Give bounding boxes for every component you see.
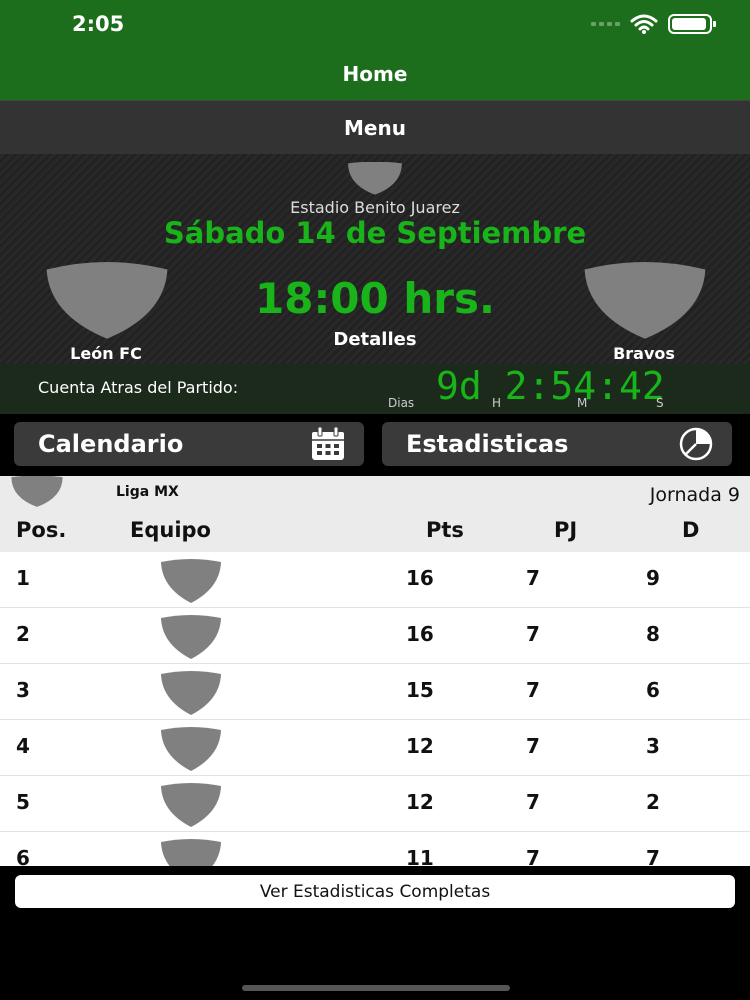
home-team-name: León FC [70, 344, 142, 363]
row-pos: 3 [16, 678, 30, 702]
away-team-name: Bravos [613, 344, 675, 363]
stadium-name: Estadio Benito Juarez [290, 198, 460, 217]
row-pos: 5 [16, 790, 30, 814]
status-icons [591, 14, 716, 34]
menu-label: Menu [344, 115, 406, 140]
league-shield-icon [348, 162, 402, 195]
view-full-stats-button[interactable]: Ver Estadisticas Completas [15, 875, 735, 908]
row-d: 9 [646, 566, 660, 590]
col-header-d: D [682, 518, 700, 542]
nav-bar: Home [0, 48, 750, 100]
match-time: 18:00 hrs. [255, 274, 495, 323]
col-header-pj: PJ [554, 518, 578, 542]
menu-button[interactable]: Menu [0, 100, 750, 154]
table-row[interactable]: 3 15 7 6 [0, 664, 750, 720]
match-countdown: Cuenta Atras del Partido: 9d 2:54:42 Dia… [0, 364, 750, 414]
row-pos: 6 [16, 846, 30, 866]
statistics-button[interactable]: Estadisticas [382, 422, 732, 466]
calendar-icon [312, 426, 344, 460]
team-shield-icon [161, 671, 221, 715]
row-pts: 16 [406, 622, 434, 646]
col-header-team: Equipo [130, 518, 211, 542]
status-time: 2:05 [72, 12, 125, 36]
standings-table: Liga MX Jornada 9 Pos. Equipo Pts PJ D 1… [0, 476, 750, 866]
row-pos: 2 [16, 622, 30, 646]
row-pj: 7 [526, 846, 540, 866]
league-name: Liga MX [116, 484, 179, 500]
row-d: 7 [646, 846, 660, 866]
row-pts: 15 [406, 678, 434, 702]
calendar-button-label: Calendario [38, 430, 184, 458]
col-header-pts: Pts [426, 518, 464, 542]
pie-chart-icon [679, 427, 713, 461]
statistics-button-label: Estadisticas [406, 430, 569, 458]
countdown-unit-hours: H [492, 396, 502, 410]
row-pts: 12 [406, 734, 434, 758]
row-pts: 12 [406, 790, 434, 814]
home-indicator[interactable] [242, 985, 510, 991]
round-label: Jornada 9 [649, 484, 740, 506]
table-row[interactable]: 1 16 7 9 [0, 552, 750, 608]
action-buttons: Calendario Estadisticas [0, 414, 750, 476]
row-d: 8 [646, 622, 660, 646]
countdown-value: 9d 2:54:42 [436, 364, 665, 408]
countdown-label: Cuenta Atras del Partido: [38, 378, 239, 397]
row-pj: 7 [526, 566, 540, 590]
team-shield-icon [161, 783, 221, 827]
row-pj: 7 [526, 678, 540, 702]
team-shield-icon [161, 727, 221, 771]
team-shield-icon [161, 839, 221, 866]
team-shield-icon [161, 559, 221, 603]
table-row[interactable]: 5 12 7 2 [0, 776, 750, 832]
countdown-unit-minutes: M [577, 396, 588, 410]
row-pos: 1 [16, 566, 30, 590]
team-shield-icon [161, 615, 221, 659]
row-pos: 4 [16, 734, 30, 758]
page-title: Home [342, 62, 408, 86]
row-d: 6 [646, 678, 660, 702]
countdown-unit-days: Dias [388, 396, 415, 410]
view-full-stats-label: Ver Estadisticas Completas [259, 881, 491, 902]
calendar-button[interactable]: Calendario [14, 422, 364, 466]
table-row[interactable]: 2 16 7 8 [0, 608, 750, 664]
col-header-pos: Pos. [16, 518, 67, 542]
row-pj: 7 [526, 790, 540, 814]
status-bar: 2:05 [0, 0, 750, 48]
row-pts: 11 [406, 846, 434, 866]
match-date: Sábado 14 de Septiembre [163, 216, 587, 250]
league-shield-icon [11, 476, 63, 507]
table-row[interactable]: 4 12 7 3 [0, 720, 750, 776]
row-d: 2 [646, 790, 660, 814]
wifi-icon [630, 14, 658, 34]
battery-icon [668, 14, 716, 34]
row-pj: 7 [526, 734, 540, 758]
row-pts: 16 [406, 566, 434, 590]
table-row[interactable]: 6 11 7 7 [0, 832, 750, 866]
cellular-signal-icon [591, 22, 620, 26]
row-pj: 7 [526, 622, 540, 646]
row-d: 3 [646, 734, 660, 758]
countdown-unit-seconds: S [656, 396, 664, 410]
standings-header: Liga MX Jornada 9 Pos. Equipo Pts PJ D [0, 476, 750, 552]
next-match-card[interactable]: Estadio Benito Juarez Sábado 14 de Septi… [0, 154, 750, 364]
